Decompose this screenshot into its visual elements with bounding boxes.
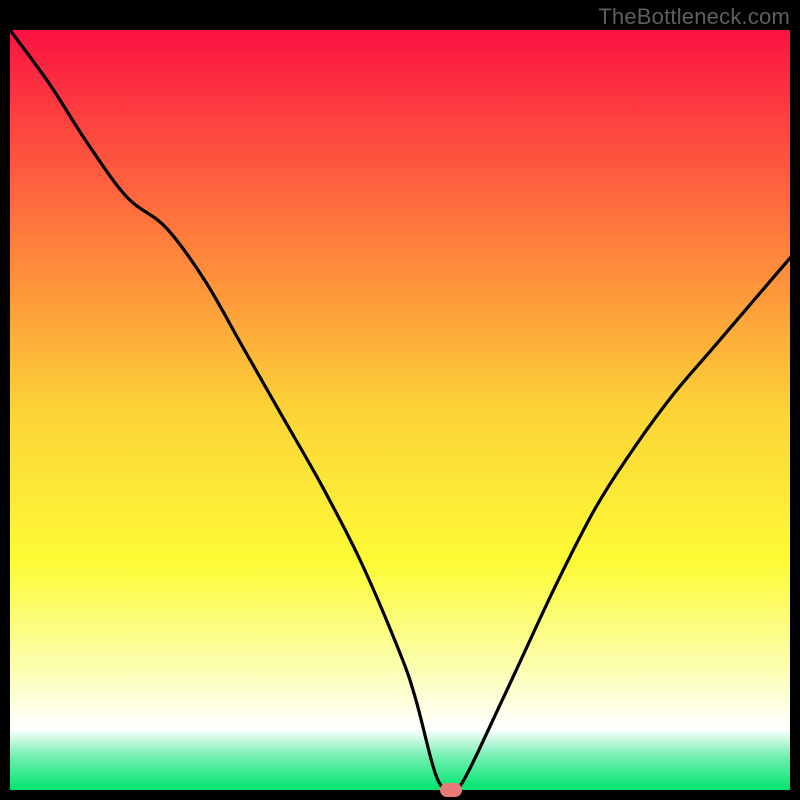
gradient-background — [10, 30, 790, 790]
optimal-point-marker — [440, 783, 462, 797]
bottleneck-chart — [10, 30, 790, 790]
watermark-text: TheBottleneck.com — [598, 4, 790, 30]
chart-frame: TheBottleneck.com — [0, 0, 800, 800]
